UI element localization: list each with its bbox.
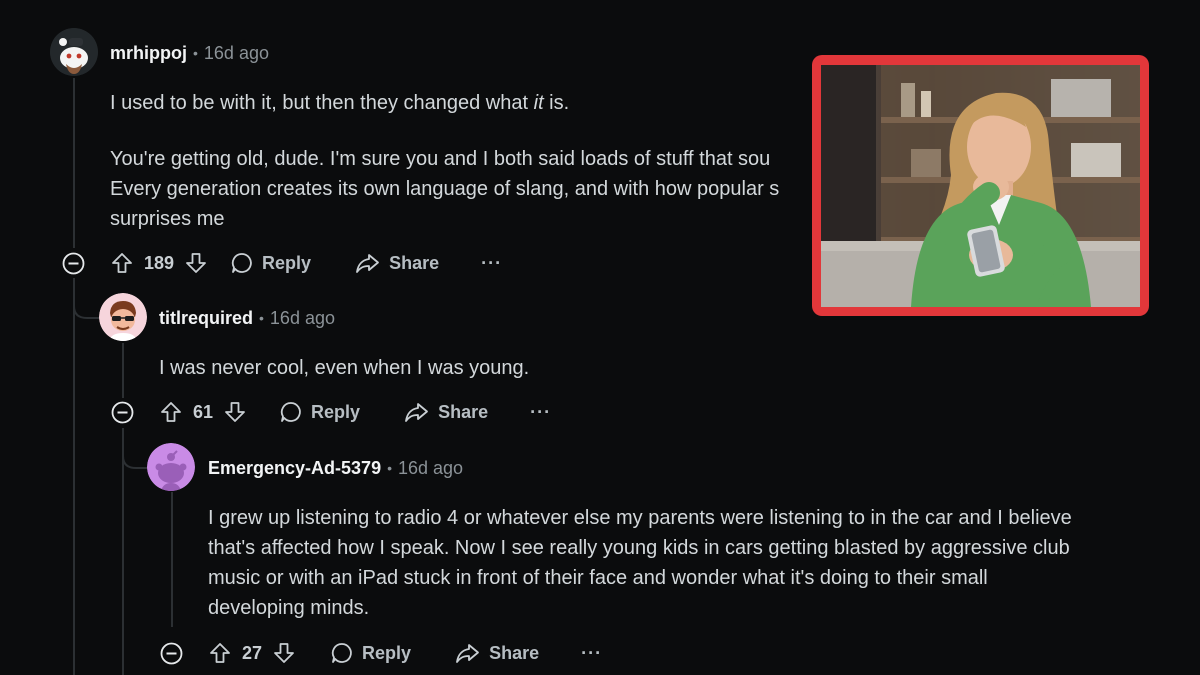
meta-separator: • (259, 310, 264, 326)
share-button[interactable]: Share (404, 400, 488, 424)
avatar[interactable] (147, 443, 195, 491)
body-text: surprises me (110, 208, 225, 230)
collapse-minus-icon[interactable] (111, 401, 134, 424)
avatar[interactable] (99, 293, 147, 341)
thread-line-root[interactable] (73, 78, 75, 248)
woman-looking-at-phone-photo (821, 65, 1140, 307)
share-label: Share (489, 642, 540, 663)
reply-label: Reply (311, 401, 361, 422)
body-text: I grew up listening to radio 4 or whatev… (208, 507, 1072, 529)
reply-button[interactable]: Reply (279, 400, 360, 424)
comment-actions: 61 Reply Share ··· (159, 397, 551, 427)
body-text: I used to be with it, but then they chan… (110, 92, 534, 114)
downvote-icon[interactable] (223, 400, 247, 424)
comment-actions: 189 Reply Share ··· (110, 248, 502, 278)
thread-line-root-lower[interactable] (73, 278, 75, 675)
body-text: Every generation creates its own languag… (110, 178, 780, 200)
meta-separator: • (387, 460, 392, 476)
comment-body: I was never cool, even when I was young. (159, 353, 1059, 383)
body-text: developing minds. (208, 597, 370, 619)
timestamp[interactable]: 16d ago (204, 43, 269, 64)
share-arrow-icon (405, 403, 428, 422)
downvote-icon[interactable] (272, 641, 296, 665)
body-text: is. (543, 92, 570, 114)
reply-button[interactable]: Reply (330, 641, 411, 665)
reply-bubble-icon (231, 253, 252, 273)
share-button[interactable]: Share (455, 641, 539, 665)
thread-line-level2[interactable] (122, 343, 124, 398)
share-label: Share (389, 252, 440, 273)
comment-paragraph: I was never cool, even when I was young. (159, 357, 530, 379)
comment-body: I grew up listening to radio 4 or whatev… (208, 503, 1188, 623)
more-icon[interactable]: ··· (530, 402, 551, 423)
reply-bubble-icon (280, 402, 301, 422)
comment-paragraph: I used to be with it, but then they chan… (110, 88, 830, 118)
comment-body: I used to be with it, but then they chan… (110, 88, 830, 234)
vote-count: 189 (144, 252, 175, 273)
comment-meta: Emergency-Ad-5379 • 16d ago (208, 455, 463, 481)
timestamp[interactable]: 16d ago (398, 458, 463, 479)
upvote-icon[interactable] (159, 400, 183, 424)
share-label: Share (438, 401, 489, 422)
vote-count: 27 (242, 642, 263, 663)
body-text: that's affected how I speak. Now I see r… (208, 537, 1070, 559)
username[interactable]: titlrequired (159, 308, 253, 329)
comment-meta: titlrequired • 16d ago (159, 305, 335, 331)
vote-count: 61 (193, 401, 214, 422)
collapse-minus-icon[interactable] (62, 252, 85, 275)
username[interactable]: Emergency-Ad-5379 (208, 458, 381, 479)
meta-separator: • (193, 45, 198, 61)
share-arrow-icon (356, 254, 379, 273)
share-button[interactable]: Share (355, 251, 439, 275)
vote-group: 61 (159, 400, 247, 424)
timestamp[interactable]: 16d ago (270, 308, 335, 329)
reply-label: Reply (362, 642, 412, 663)
comment-actions: 27 Reply Share ··· (208, 638, 602, 668)
share-arrow-icon (456, 644, 479, 663)
reply-label: Reply (262, 252, 312, 273)
reply-bubble-icon (331, 643, 352, 663)
comment-paragraph: You're getting old, dude. I'm sure you a… (110, 144, 830, 234)
comment-meta: mrhippoj • 16d ago (110, 40, 269, 66)
body-text: music or with an iPad stuck in front of … (208, 567, 988, 589)
upvote-icon[interactable] (208, 641, 232, 665)
downvote-icon[interactable] (184, 251, 208, 275)
username[interactable]: mrhippoj (110, 43, 187, 64)
avatar[interactable] (50, 28, 98, 76)
more-icon[interactable]: ··· (481, 253, 502, 274)
photo-frame (812, 55, 1149, 316)
body-text: You're getting old, dude. I'm sure you a… (110, 148, 771, 170)
collapse-minus-icon[interactable] (160, 642, 183, 665)
body-emphasis: it (533, 92, 544, 114)
upvote-icon[interactable] (110, 251, 134, 275)
vote-group: 189 (110, 251, 208, 275)
vote-group: 27 (208, 641, 296, 665)
thread-line-level3[interactable] (171, 492, 173, 627)
more-icon[interactable]: ··· (581, 643, 602, 664)
reply-button[interactable]: Reply (230, 251, 311, 275)
comment-paragraph: I grew up listening to radio 4 or whatev… (208, 503, 1188, 623)
